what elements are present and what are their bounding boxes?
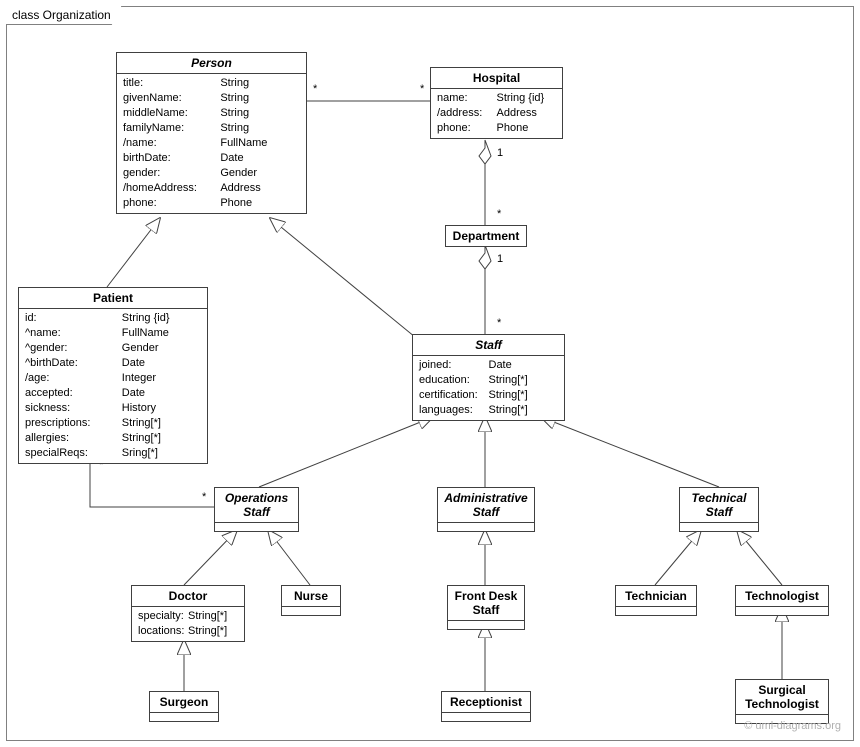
class-technical-staff: Technical Staff	[679, 487, 759, 532]
class-name-operations-staff: Operations Staff	[215, 488, 298, 522]
class-name-technologist: Technologist	[736, 586, 828, 606]
class-name-receptionist: Receptionist	[442, 692, 530, 712]
mult-dept-staff-top: 1	[495, 253, 505, 265]
mult-person-hospital-left: *	[311, 83, 319, 95]
class-front-desk-staff: Front Desk Staff	[447, 585, 525, 630]
class-operations-staff: Operations Staff	[214, 487, 299, 532]
class-name-technician: Technician	[616, 586, 696, 606]
class-doctor-attrs: specialty:String[*] locations:String[*]	[132, 606, 244, 641]
package-name: class Organization	[12, 8, 111, 22]
class-hospital: Hospital name:String {id} /address:Addre…	[430, 67, 563, 139]
class-receptionist: Receptionist	[441, 691, 531, 722]
watermark: © uml-diagrams.org	[744, 720, 841, 732]
class-surgeon: Surgeon	[149, 691, 219, 722]
class-surgical-technologist: Surgical Technologist	[735, 679, 829, 724]
mult-dept-staff-bot: *	[495, 317, 503, 329]
class-technician: Technician	[615, 585, 697, 616]
mult-hospital-dept-bot: *	[495, 208, 503, 220]
class-department: Department	[445, 225, 527, 247]
class-name-department: Department	[446, 226, 526, 246]
class-name-nurse: Nurse	[282, 586, 340, 606]
class-name-doctor: Doctor	[132, 586, 244, 606]
class-name-surgical-technologist: Surgical Technologist	[736, 680, 828, 714]
class-person: Person title:String givenName:String mid…	[116, 52, 307, 214]
class-name-technical-staff: Technical Staff	[680, 488, 758, 522]
class-name-administrative-staff: Administrative Staff	[438, 488, 534, 522]
mult-hospital-dept-top: 1	[495, 147, 505, 159]
class-technologist: Technologist	[735, 585, 829, 616]
package-name-tab: class Organization	[6, 6, 122, 25]
uml-package-frame: class Organization	[6, 6, 854, 741]
class-name-patient: Patient	[19, 288, 207, 308]
class-staff-attrs: joined:Date education:String[*] certific…	[413, 355, 564, 420]
class-name-front-desk-staff: Front Desk Staff	[448, 586, 524, 620]
class-doctor: Doctor specialty:String[*] locations:Str…	[131, 585, 245, 642]
class-nurse: Nurse	[281, 585, 341, 616]
class-name-staff: Staff	[413, 335, 564, 355]
class-patient-attrs: id:String {id} ^name:FullName ^gender:Ge…	[19, 308, 207, 463]
class-staff: Staff joined:Date education:String[*] ce…	[412, 334, 565, 421]
class-patient: Patient id:String {id} ^name:FullName ^g…	[18, 287, 208, 464]
class-name-surgeon: Surgeon	[150, 692, 218, 712]
mult-person-hospital-right: *	[418, 83, 426, 95]
mult-patient-ops-right: *	[200, 491, 208, 503]
class-name-hospital: Hospital	[431, 68, 562, 88]
class-person-attrs: title:String givenName:String middleName…	[117, 73, 306, 213]
class-administrative-staff: Administrative Staff	[437, 487, 535, 532]
class-hospital-attrs: name:String {id} /address:Address phone:…	[431, 88, 562, 138]
class-name-person: Person	[117, 53, 306, 73]
